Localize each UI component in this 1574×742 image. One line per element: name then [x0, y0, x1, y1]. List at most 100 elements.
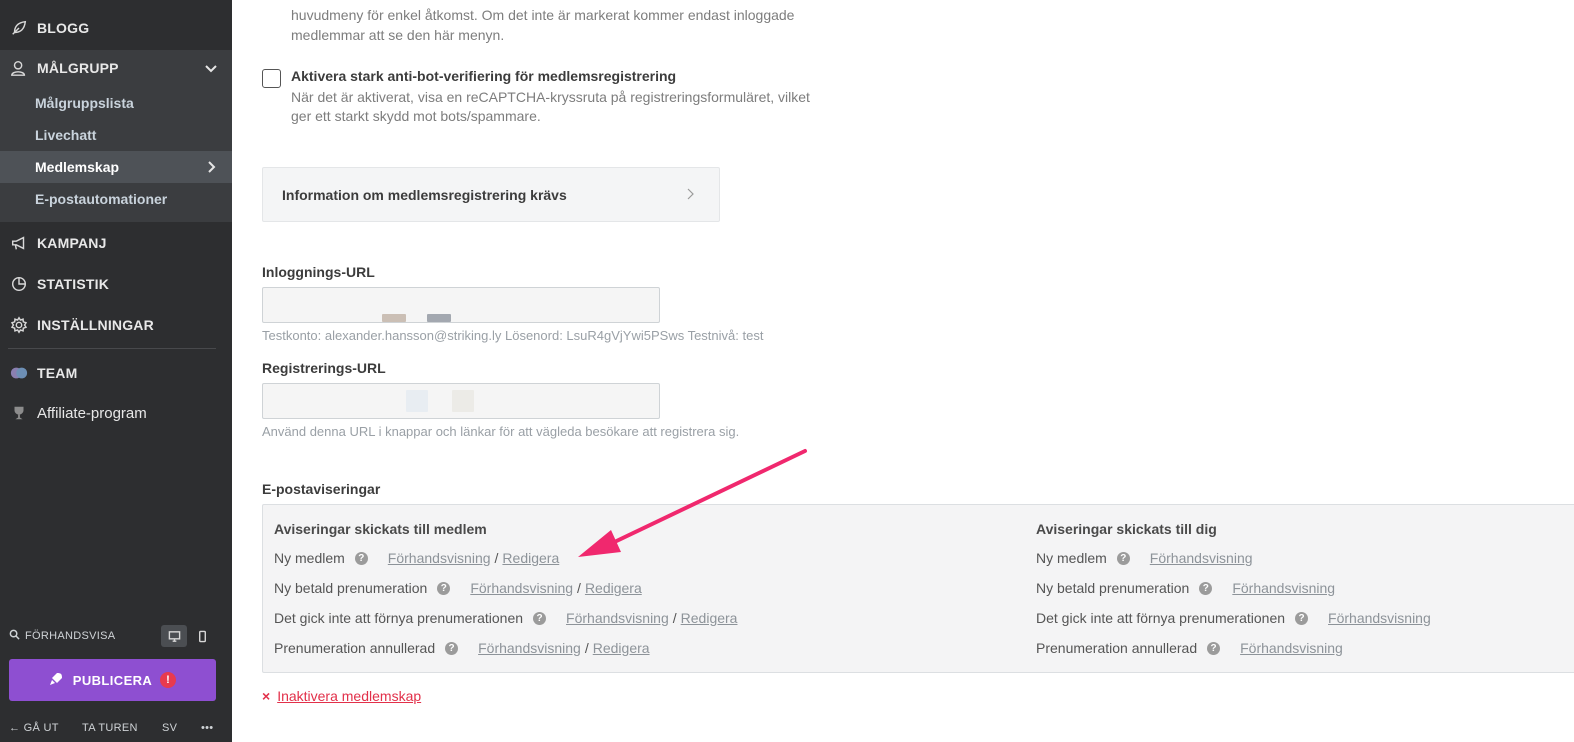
sidebar-item-label: KAMPANJ	[37, 235, 107, 251]
megaphone-icon	[9, 233, 29, 253]
preview-link[interactable]: Förhandsvisning	[566, 610, 669, 626]
feather-icon	[9, 18, 29, 38]
tour-link[interactable]: TA TUREN	[82, 722, 138, 734]
edit-link[interactable]: Redigera	[593, 640, 650, 656]
separator: /	[577, 580, 581, 596]
accordion-label: Information om medlemsregistrering krävs	[282, 186, 567, 203]
help-icon[interactable]: ?	[445, 641, 459, 655]
subitem-label: Livechatt	[35, 127, 97, 143]
notification-row: Ny medlem ? Förhandsvisning	[1036, 548, 1253, 568]
alert-icon: !	[160, 672, 177, 688]
notification-label: Ny betald prenumeration	[274, 580, 428, 596]
preview-link[interactable]: Förhandsvisning	[1240, 640, 1343, 656]
registration-info-accordion[interactable]: Information om medlemsregistrering krävs	[262, 167, 720, 222]
separator: /	[672, 610, 677, 626]
trophy-icon	[9, 403, 29, 423]
main-content: huvudmeny för enkel åtkomst. Om det inte…	[232, 0, 1574, 742]
subitem-label: Målgruppslista	[35, 95, 134, 111]
sidebar-subitem-epostautomationer[interactable]: E-postautomationer	[0, 183, 232, 215]
notification-row: Ny medlem ? Förhandsvisning / Redigera	[274, 548, 559, 568]
register-url-hint: Använd denna URL i knappar och länkar fö…	[262, 424, 740, 439]
redacted-block	[382, 314, 406, 322]
help-icon[interactable]: ?	[1207, 641, 1221, 655]
mobile-icon	[198, 630, 206, 642]
sidebar-item-label: BLOGG	[37, 20, 90, 36]
notification-label: Ny medlem	[274, 550, 345, 566]
menu-description-line1: huvudmeny för enkel åtkomst. Om det inte…	[291, 7, 795, 23]
help-icon[interactable]: ?	[437, 581, 451, 595]
separator: /	[584, 640, 589, 656]
more-menu-button[interactable]: •••	[201, 722, 213, 734]
preview-link[interactable]: Förhandsvisning	[388, 550, 491, 566]
notification-label: Ny medlem	[1036, 550, 1107, 566]
search-icon	[9, 629, 20, 643]
notification-label: Det gick inte att förnya prenumerationen	[274, 610, 524, 626]
notification-row: Prenumeration annullerad ? Förhandsvisni…	[274, 638, 650, 658]
publish-button[interactable]: PUBLICERA !	[9, 659, 216, 701]
sidebar-item-malgrupp[interactable]: MÅLGRUPP	[0, 51, 232, 85]
sidebar-subitem-malgruppslista[interactable]: Målgruppslista	[0, 87, 232, 119]
sidebar: BLOGG MÅLGRUPP Målgruppslista Livechatt …	[0, 0, 232, 742]
help-icon[interactable]: ?	[1295, 611, 1309, 625]
sidebar-item-installningar[interactable]: INSTÄLLNINGAR	[0, 308, 232, 342]
sidebar-item-kampanj[interactable]: KAMPANJ	[0, 226, 232, 260]
sidebar-subitem-livechatt[interactable]: Livechatt	[0, 119, 232, 151]
redacted-block	[452, 390, 474, 412]
sidebar-subitem-medlemskap[interactable]: Medlemskap	[0, 151, 232, 183]
sidebar-item-label: INSTÄLLNINGAR	[37, 317, 154, 333]
chevron-right-icon	[204, 160, 218, 174]
preview-row[interactable]: FÖRHANDSVISA	[9, 623, 219, 649]
preview-link[interactable]: Förhandsvisning	[1232, 580, 1335, 596]
member-notifications-title: Aviseringar skickats till medlem	[274, 521, 487, 537]
login-url-field[interactable]	[262, 287, 660, 323]
gear-icon	[9, 315, 29, 335]
language-link[interactable]: SV	[162, 722, 177, 734]
sidebar-item-team[interactable]: TEAM	[0, 356, 232, 390]
help-icon[interactable]: ?	[1116, 551, 1130, 565]
edit-link[interactable]: Redigera	[585, 580, 642, 596]
preview-label: FÖRHANDSVISA	[25, 630, 116, 642]
exit-label: GÅ UT	[23, 722, 59, 734]
redacted-block	[427, 314, 451, 322]
notification-label: Det gick inte att förnya prenumerationen	[1036, 610, 1286, 626]
redacted-block	[406, 390, 428, 412]
edit-link[interactable]: Redigera	[502, 550, 559, 566]
register-url-field[interactable]	[262, 383, 660, 419]
sidebar-item-label: Affiliate-program	[37, 404, 147, 422]
register-url-label: Registrerings-URL	[262, 360, 386, 376]
separator: /	[494, 550, 499, 566]
subitem-label: Medlemskap	[35, 159, 120, 175]
exit-link[interactable]: ← GÅ UT	[9, 722, 59, 734]
notification-label: Ny betald prenumeration	[1036, 580, 1190, 596]
desktop-preview-button[interactable]	[161, 625, 187, 647]
help-icon[interactable]: ?	[533, 611, 547, 625]
preview-link[interactable]: Förhandsvisning	[1328, 610, 1431, 626]
deactivate-membership-link[interactable]: × Inaktivera medlemskap	[262, 688, 421, 704]
preview-link[interactable]: Förhandsvisning	[1150, 550, 1253, 566]
rocket-icon	[49, 672, 63, 689]
antibot-description-line1: När det är aktiverat, visa en reCAPTCHA-…	[291, 89, 810, 105]
sidebar-item-label: STATISTIK	[37, 276, 110, 292]
deactivate-label: Inaktivera medlemskap	[277, 688, 422, 704]
arrow-left-icon: ←	[9, 722, 21, 734]
email-notifications-panel: Aviseringar skickats till medlem Ny medl…	[262, 504, 1574, 673]
sidebar-item-affiliate[interactable]: Affiliate-program	[0, 396, 232, 430]
antibot-checkbox[interactable]	[262, 69, 281, 88]
login-url-hint: Testkonto: alexander.hansson@striking.ly…	[262, 328, 764, 343]
notification-label: Prenumeration annullerad	[1036, 640, 1198, 656]
edit-link[interactable]: Redigera	[681, 610, 738, 626]
team-avatar-icon	[9, 363, 29, 383]
sidebar-item-blogg[interactable]: BLOGG	[0, 11, 232, 45]
admin-notifications-title: Aviseringar skickats till dig	[1036, 521, 1217, 537]
preview-link[interactable]: Förhandsvisning	[478, 640, 581, 656]
mobile-preview-button[interactable]	[189, 625, 215, 647]
sidebar-item-statistik[interactable]: STATISTIK	[0, 267, 232, 301]
notification-row: Det gick inte att förnya prenumerationen…	[274, 608, 737, 628]
notification-row: Ny betald prenumeration ? Förhandsvisnin…	[1036, 578, 1335, 598]
preview-link[interactable]: Förhandsvisning	[470, 580, 573, 596]
notification-label: Prenumeration annullerad	[274, 640, 436, 656]
help-icon[interactable]: ?	[354, 551, 368, 565]
help-icon[interactable]: ?	[1199, 581, 1213, 595]
sidebar-divider	[8, 348, 216, 349]
sidebar-item-label: TEAM	[37, 365, 78, 381]
